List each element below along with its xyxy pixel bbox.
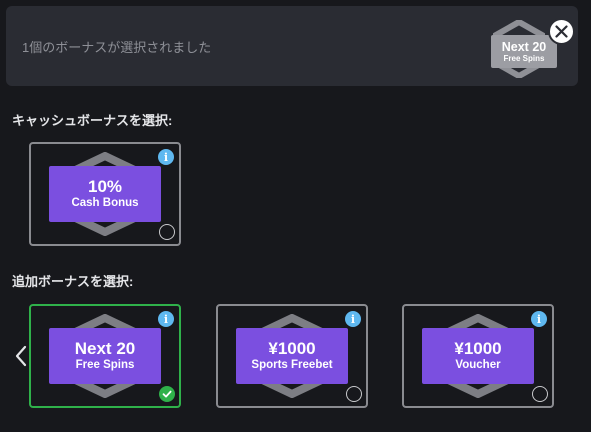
bonus-card-free-spins[interactable]: Next 20 Free Spins i (29, 304, 181, 408)
bonus-card-voucher[interactable]: ¥1000 Voucher i (402, 304, 554, 408)
bonus-sub-text: Free Spins (75, 359, 135, 371)
prev-button[interactable] (14, 344, 28, 368)
info-icon[interactable]: i (158, 311, 174, 327)
info-icon[interactable]: i (345, 311, 361, 327)
selection-summary-text: 1個のボーナスが選択されました (22, 40, 212, 55)
bonus-card-sports-freebet[interactable]: ¥1000 Sports Freebet i (216, 304, 368, 408)
close-icon (555, 25, 568, 38)
bonus-card-cash[interactable]: 10% Cash Bonus i (29, 142, 181, 246)
bonus-label: Next 20 Free Spins (49, 328, 161, 384)
cash-bonus-section-title: キャッシュボーナスを選択: (12, 113, 173, 128)
bonus-main-text: Next 20 (74, 339, 136, 358)
close-button[interactable] (548, 18, 575, 45)
selected-bonus-main: Next 20 (501, 39, 547, 54)
additional-bonus-section-title: 追加ボーナスを選択: (12, 274, 134, 289)
bonus-sub-text: Cash Bonus (71, 197, 139, 209)
bonus-sub-text: Sports Freebet (251, 359, 333, 371)
selected-bonus-label: Next 20 Free Spins (491, 35, 557, 68)
bonus-sub-text: Voucher (455, 359, 501, 371)
select-radio[interactable] (159, 224, 175, 240)
bonus-label: ¥1000 Sports Freebet (236, 328, 348, 384)
bonus-main-text: ¥1000 (268, 339, 316, 358)
selected-check[interactable] (159, 386, 175, 402)
info-icon[interactable]: i (531, 311, 547, 327)
info-icon[interactable]: i (158, 149, 174, 165)
bonus-main-text: 10% (87, 177, 123, 196)
select-radio[interactable] (346, 386, 362, 402)
selected-bonus-sub: Free Spins (503, 53, 545, 63)
selection-summary-bar: 1個のボーナスが選択されました Next 20 Free Spins (6, 6, 578, 86)
check-icon (162, 390, 172, 398)
chevron-left-icon (15, 345, 27, 367)
bonus-main-text: ¥1000 (454, 339, 502, 358)
selected-bonus-badge: Next 20 Free Spins (484, 18, 557, 80)
bonus-label: ¥1000 Voucher (422, 328, 534, 384)
select-radio[interactable] (532, 386, 548, 402)
bonus-label: 10% Cash Bonus (49, 166, 161, 222)
